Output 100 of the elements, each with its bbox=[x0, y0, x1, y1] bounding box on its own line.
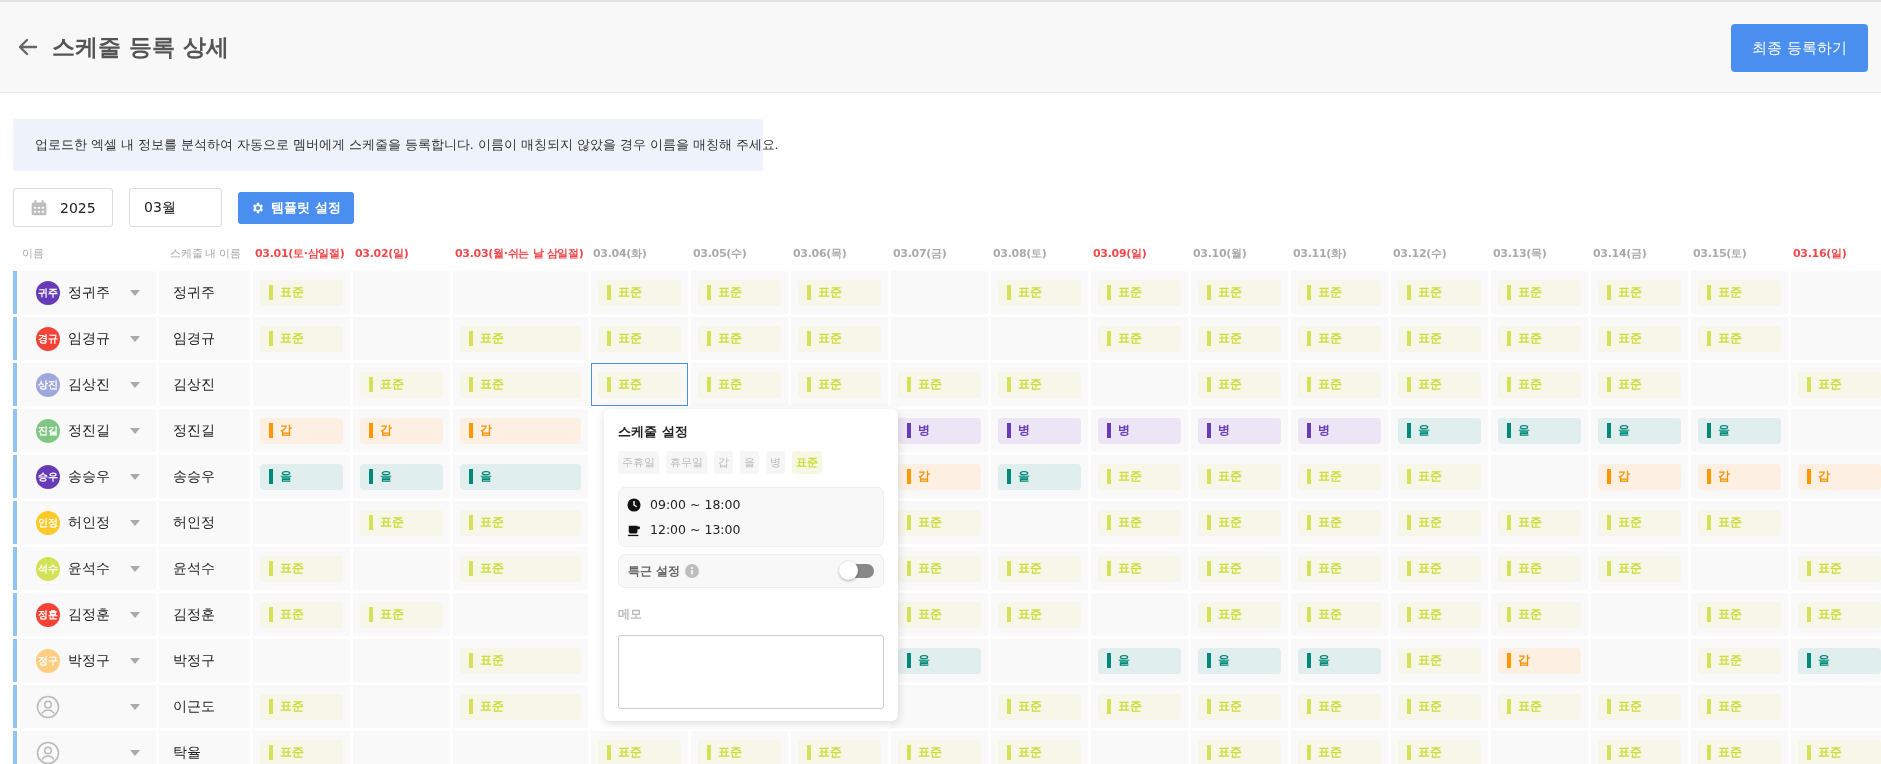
shift-badge[interactable]: 표준 bbox=[1198, 601, 1281, 628]
shift-badge[interactable]: 표준 bbox=[1598, 371, 1681, 398]
shift-badge[interactable]: 표준 bbox=[1698, 647, 1781, 674]
schedule-cell[interactable]: 표준 bbox=[1191, 317, 1288, 360]
schedule-cell[interactable]: 표준 bbox=[891, 363, 988, 406]
shift-badge[interactable]: 갑 bbox=[360, 417, 443, 444]
shift-badge[interactable]: 표준 bbox=[898, 555, 981, 582]
schedule-cell[interactable]: 표준 bbox=[1091, 685, 1188, 728]
schedule-cell[interactable]: 표준 bbox=[991, 363, 1088, 406]
member-cell[interactable]: 인정 허인정 bbox=[20, 501, 156, 544]
shift-badge[interactable]: 표준 bbox=[460, 555, 581, 582]
shift-badge[interactable]: 표준 bbox=[698, 279, 781, 306]
shift-badge[interactable]: 표준 bbox=[260, 601, 343, 628]
schedule-cell[interactable]: 표준 bbox=[1191, 731, 1288, 764]
schedule-cell[interactable]: 표준 bbox=[691, 363, 788, 406]
schedule-cell[interactable]: 표준 bbox=[791, 731, 888, 764]
schedule-cell[interactable]: 표준 bbox=[991, 685, 1088, 728]
schedule-cell[interactable]: 표준 bbox=[1291, 363, 1388, 406]
shift-badge[interactable]: 표준 bbox=[1198, 509, 1281, 536]
schedule-cell[interactable]: 표준 bbox=[1491, 593, 1588, 636]
shift-badge[interactable]: 을 bbox=[1398, 417, 1481, 444]
shift-badge[interactable]: 표준 bbox=[1398, 371, 1481, 398]
shift-badge[interactable]: 병 bbox=[998, 417, 1081, 444]
schedule-cell[interactable]: 갑 bbox=[353, 409, 450, 452]
schedule-cell[interactable]: 표준 bbox=[1491, 271, 1588, 314]
schedule-cell[interactable]: 표준 bbox=[1291, 731, 1388, 764]
schedule-cell[interactable]: 표준 bbox=[791, 271, 888, 314]
shift-badge[interactable]: 표준 bbox=[1698, 693, 1781, 720]
schedule-cell[interactable]: 표준 bbox=[1691, 731, 1788, 764]
shift-badge[interactable]: 표준 bbox=[598, 371, 681, 398]
shift-badge[interactable]: 표준 bbox=[898, 371, 981, 398]
shift-badge[interactable]: 갑 bbox=[898, 463, 981, 490]
schedule-cell[interactable]: 표준 bbox=[691, 731, 788, 764]
shift-badge[interactable]: 표준 bbox=[1198, 463, 1281, 490]
schedule-cell[interactable]: 표준 bbox=[1391, 685, 1488, 728]
shift-badge[interactable]: 표준 bbox=[1198, 371, 1281, 398]
member-cell[interactable]: 정훈 김정훈 bbox=[20, 593, 156, 636]
schedule-cell[interactable]: 표준 bbox=[791, 317, 888, 360]
schedule-cell[interactable]: 표준 bbox=[1791, 593, 1881, 636]
schedule-cell[interactable]: 을 bbox=[1391, 409, 1488, 452]
shift-badge[interactable]: 병 bbox=[1298, 417, 1381, 444]
schedule-cell[interactable]: 표준 bbox=[1491, 685, 1588, 728]
schedule-cell[interactable]: 표준 bbox=[1691, 501, 1788, 544]
schedule-cell[interactable]: 표준 bbox=[453, 547, 588, 590]
schedule-cell[interactable]: 을 bbox=[1591, 409, 1688, 452]
shift-badge[interactable]: 표준 bbox=[998, 279, 1081, 306]
schedule-cell[interactable]: 표준 bbox=[1391, 593, 1488, 636]
shift-badge[interactable]: 표준 bbox=[1398, 601, 1481, 628]
shift-badge[interactable]: 을 bbox=[998, 463, 1081, 490]
shift-badge[interactable]: 표준 bbox=[1298, 279, 1381, 306]
schedule-cell[interactable]: 을 bbox=[1791, 639, 1881, 682]
shift-badge[interactable]: 표준 bbox=[260, 555, 343, 582]
shift-badge[interactable]: 표준 bbox=[798, 279, 881, 306]
schedule-cell[interactable]: 표준 bbox=[1391, 639, 1488, 682]
schedule-cell[interactable]: 표준 bbox=[1291, 455, 1388, 498]
shift-badge[interactable]: 표준 bbox=[1598, 325, 1681, 352]
schedule-cell[interactable]: 갑 bbox=[1491, 639, 1588, 682]
schedule-cell[interactable]: 표준 bbox=[1791, 363, 1881, 406]
schedule-cell[interactable]: 표준 bbox=[253, 547, 350, 590]
shift-badge[interactable]: 표준 bbox=[1698, 279, 1781, 306]
shift-badge[interactable]: 표준 bbox=[998, 555, 1081, 582]
schedule-cell[interactable]: 표준 bbox=[1391, 731, 1488, 764]
schedule-cell[interactable]: 표준 bbox=[1191, 547, 1288, 590]
shift-badge[interactable]: 표준 bbox=[998, 601, 1081, 628]
shift-badge[interactable]: 표준 bbox=[1198, 279, 1281, 306]
shift-badge[interactable]: 을 bbox=[1098, 647, 1181, 674]
schedule-cell[interactable]: 표준 bbox=[453, 317, 588, 360]
schedule-cell[interactable]: 표준 bbox=[1291, 685, 1388, 728]
shift-badge[interactable]: 표준 bbox=[1398, 555, 1481, 582]
shift-badge[interactable]: 표준 bbox=[1598, 739, 1681, 764]
shift-badge[interactable]: 표준 bbox=[260, 693, 343, 720]
schedule-cell[interactable]: 표준 bbox=[691, 317, 788, 360]
memo-field[interactable] bbox=[618, 635, 884, 709]
schedule-cell[interactable]: 표준 bbox=[1391, 363, 1488, 406]
shift-badge[interactable]: 표준 bbox=[1698, 601, 1781, 628]
shift-badge[interactable]: 표준 bbox=[360, 371, 443, 398]
shift-badge[interactable]: 표준 bbox=[798, 371, 881, 398]
caret-icon[interactable] bbox=[130, 381, 140, 388]
schedule-cell[interactable]: 표준 bbox=[453, 501, 588, 544]
schedule-cell[interactable]: 표준 bbox=[991, 731, 1088, 764]
schedule-cell[interactable]: 병 bbox=[1091, 409, 1188, 452]
shift-badge[interactable]: 갑 bbox=[1698, 463, 1781, 490]
schedule-cell[interactable]: 병 bbox=[1291, 409, 1388, 452]
shift-badge[interactable]: 병 bbox=[1198, 417, 1281, 444]
schedule-cell[interactable]: 표준 bbox=[1591, 271, 1688, 314]
schedule-cell[interactable]: 표준 bbox=[1291, 501, 1388, 544]
schedule-cell[interactable]: 표준 bbox=[991, 271, 1088, 314]
schedule-cell[interactable]: 갑 bbox=[1591, 455, 1688, 498]
caret-icon[interactable] bbox=[130, 335, 140, 342]
schedule-cell[interactable]: 표준 bbox=[1391, 501, 1488, 544]
schedule-cell[interactable]: 표준 bbox=[591, 317, 688, 360]
shift-badge[interactable]: 을 bbox=[260, 463, 343, 490]
schedule-cell[interactable]: 표준 bbox=[1091, 501, 1188, 544]
shift-badge[interactable]: 표준 bbox=[898, 739, 981, 764]
shift-badge[interactable]: 표준 bbox=[1098, 279, 1181, 306]
final-register-button[interactable]: 최종 등록하기 bbox=[1731, 24, 1868, 72]
shift-badge[interactable]: 표준 bbox=[1498, 325, 1581, 352]
shift-badge[interactable]: 갑 bbox=[1498, 647, 1581, 674]
caret-icon[interactable] bbox=[130, 703, 140, 710]
shift-badge[interactable]: 표준 bbox=[460, 509, 581, 536]
